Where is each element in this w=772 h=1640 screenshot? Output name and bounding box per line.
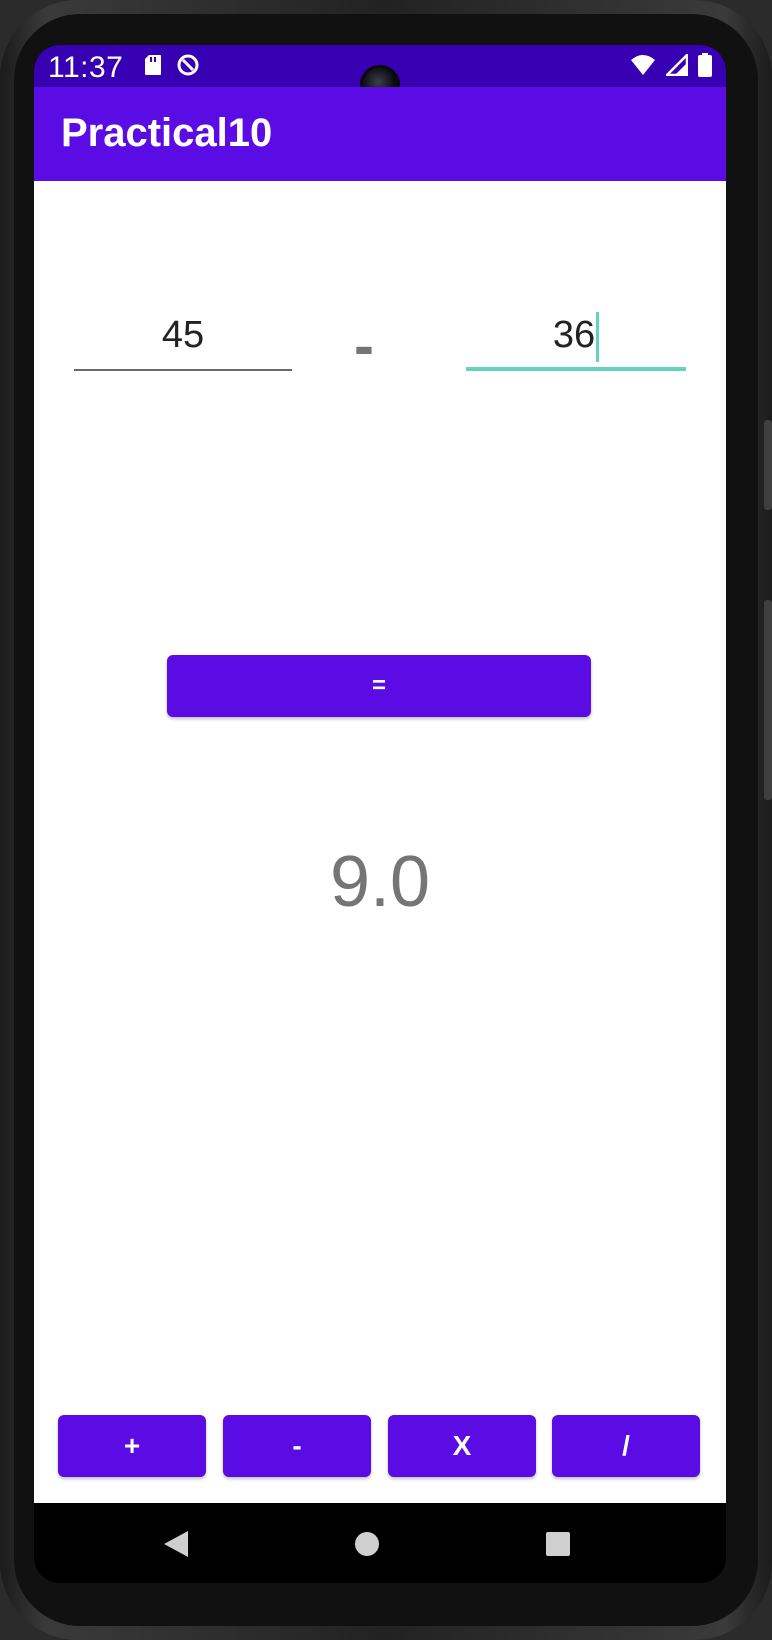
first-number-input[interactable]: 45 <box>74 301 292 371</box>
second-number-input[interactable]: 36 <box>466 301 686 371</box>
equals-button[interactable]: = <box>167 655 591 717</box>
first-number-value: 45 <box>161 314 205 356</box>
recents-icon[interactable] <box>545 1531 571 1562</box>
divide-button[interactable]: / <box>552 1415 700 1477</box>
status-system-icons <box>630 51 712 82</box>
multiply-button[interactable]: X <box>388 1415 536 1477</box>
second-number-value: 36 <box>552 314 596 356</box>
home-icon[interactable] <box>353 1530 381 1563</box>
operation-buttons: + - X / <box>58 1415 702 1477</box>
status-bar: 11:37 <box>34 45 726 105</box>
data-saver-icon <box>176 53 200 82</box>
operator-label: - <box>354 312 374 379</box>
navigation-bar <box>34 1503 726 1583</box>
app-title: Practical10 <box>61 111 273 155</box>
wifi-icon <box>630 54 656 81</box>
app-bar: Practical10 <box>34 87 726 181</box>
back-icon[interactable] <box>162 1529 190 1564</box>
text-cursor <box>596 311 600 362</box>
battery-icon <box>698 53 712 82</box>
status-time: 11:37 <box>48 51 124 84</box>
result-text: 9.0 <box>329 842 431 922</box>
signal-icon <box>663 51 689 81</box>
device-frame: 11:37 Practical10 45 - 36 = 9.0 + - X / <box>0 0 772 1640</box>
phone-screen: 11:37 Practical10 45 - 36 = 9.0 + - X / <box>34 45 726 1583</box>
sd-card-icon <box>144 54 162 81</box>
status-notification-icons <box>144 53 200 82</box>
volume-down-button <box>764 600 772 800</box>
subtract-button[interactable]: - <box>223 1415 371 1477</box>
volume-up-button <box>764 420 772 510</box>
add-button[interactable]: + <box>58 1415 206 1477</box>
main-content: 45 - 36 = 9.0 + - X / <box>34 181 726 1503</box>
